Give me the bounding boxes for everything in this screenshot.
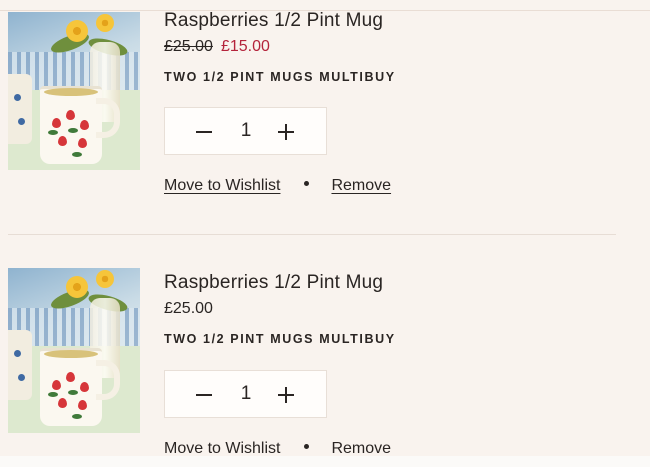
bullet-dot-icon [304, 181, 310, 187]
price-row: £25.00 £15.00 [164, 38, 270, 56]
promotion-label: TWO 1/2 PINT MUGS MULTIBUY [164, 332, 396, 346]
product-title[interactable]: Raspberries 1/2 Pint Mug [164, 10, 383, 32]
quantity-stepper [164, 370, 327, 418]
original-price: £25.00 [164, 38, 213, 55]
bullet-dot-icon [304, 444, 310, 450]
cart-item: Raspberries 1/2 Pint Mug £25.00 TWO 1/2 … [0, 262, 650, 467]
cart-item: Raspberries 1/2 Pint Mug £25.00 £15.00 TW… [0, 0, 650, 234]
quantity-input[interactable] [235, 120, 257, 142]
product-image[interactable] [8, 268, 140, 433]
bottom-edge [0, 456, 650, 467]
remove-link[interactable]: Remove [331, 177, 391, 194]
minus-icon[interactable] [191, 383, 219, 407]
item-actions: Move to Wishlist Remove [164, 177, 391, 195]
plus-icon[interactable] [273, 383, 301, 407]
price: £25.00 [164, 300, 213, 317]
minus-icon[interactable] [191, 120, 219, 144]
quantity-stepper [164, 107, 327, 155]
plus-icon[interactable] [273, 120, 301, 144]
price-row: £25.00 [164, 300, 213, 318]
item-divider [8, 234, 616, 235]
sale-price: £15.00 [220, 38, 270, 55]
product-title[interactable]: Raspberries 1/2 Pint Mug [164, 272, 383, 294]
promotion-label: TWO 1/2 PINT MUGS MULTIBUY [164, 70, 396, 84]
move-to-wishlist-link[interactable]: Move to Wishlist [164, 440, 280, 457]
remove-link[interactable]: Remove [331, 440, 391, 457]
quantity-input[interactable] [235, 383, 257, 405]
product-image[interactable] [8, 12, 140, 170]
move-to-wishlist-link[interactable]: Move to Wishlist [164, 177, 280, 194]
